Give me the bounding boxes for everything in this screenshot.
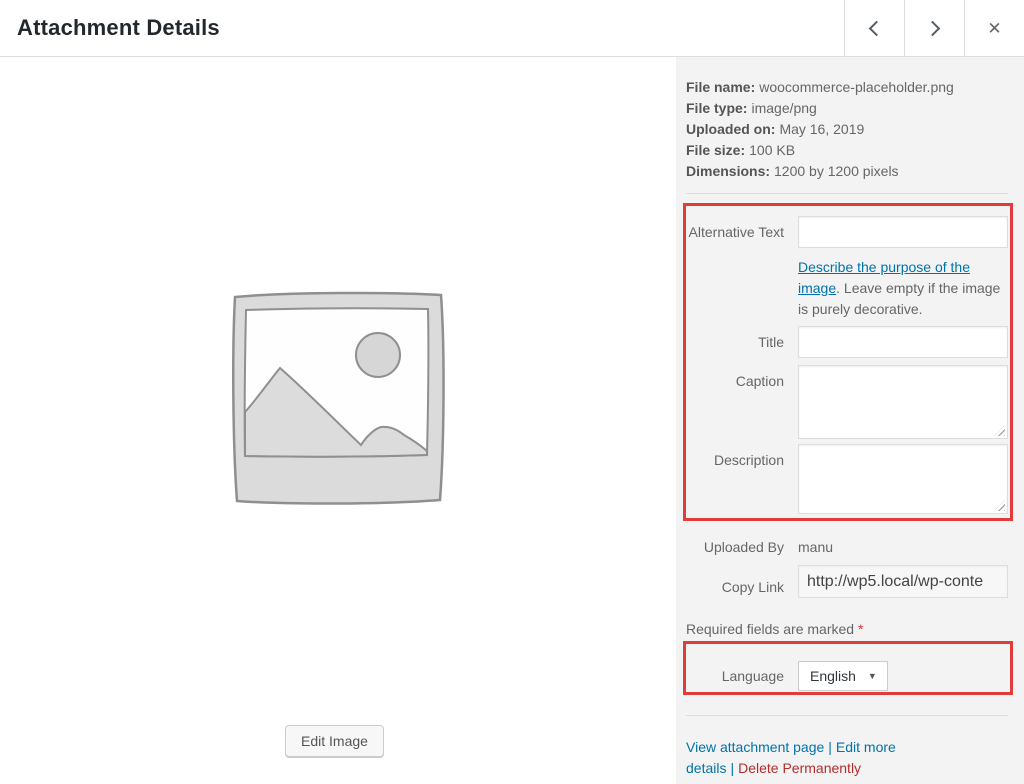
view-attachment-page-link[interactable]: View attachment page <box>686 739 824 755</box>
copy-link-row: Copy Link <box>686 565 1008 598</box>
description-textarea[interactable] <box>798 444 1008 514</box>
previous-attachment-button[interactable] <box>844 0 904 57</box>
uploaded-by-row: Uploaded By manu <box>686 531 1008 555</box>
alt-text-help: Describe the purpose of the image. Leave… <box>798 257 1010 320</box>
caption-field-row: Caption <box>686 365 1008 439</box>
title-input[interactable] <box>798 326 1008 358</box>
alt-text-label: Alternative Text <box>686 216 798 320</box>
attachment-image <box>228 288 448 508</box>
alt-text-field-row: Alternative Text Describe the purpose of… <box>686 216 1008 320</box>
image-placeholder-icon <box>228 288 448 508</box>
dimensions-label: Dimensions: <box>686 163 770 179</box>
edit-image-button[interactable]: Edit Image <box>285 725 384 757</box>
file-name-label: File name: <box>686 79 755 95</box>
next-attachment-button[interactable] <box>904 0 964 57</box>
copy-link-label: Copy Link <box>686 565 798 598</box>
header-buttons: ✕ <box>844 0 1024 57</box>
caption-label: Caption <box>686 365 798 439</box>
chevron-right-icon <box>925 21 941 37</box>
copy-link-input[interactable] <box>798 565 1008 598</box>
link-separator: | <box>730 760 734 776</box>
uploaded-on-row: Uploaded on:May 16, 2019 <box>686 119 1008 140</box>
dimensions-value: 1200 by 1200 pixels <box>774 163 899 179</box>
close-icon: ✕ <box>987 20 1001 37</box>
title-field-row: Title <box>686 326 1008 358</box>
delete-permanently-link[interactable]: Delete Permanently <box>738 760 861 776</box>
file-details: File name:woocommerce-placeholder.png Fi… <box>686 77 1008 182</box>
file-type-value: image/png <box>751 100 816 116</box>
attachment-actions: View attachment page|Edit more details|D… <box>686 737 986 779</box>
close-button[interactable]: ✕ <box>964 0 1024 57</box>
attachment-details-sidebar: File name:woocommerce-placeholder.png Fi… <box>676 57 1024 784</box>
language-selected-value: English <box>810 668 856 684</box>
file-type-label: File type: <box>686 100 747 116</box>
uploaded-on-label: Uploaded on: <box>686 121 775 137</box>
details-divider <box>686 193 1008 194</box>
uploaded-by-value: manu <box>798 531 1008 555</box>
modal-header: Attachment Details ✕ <box>0 0 1024 57</box>
language-label: Language <box>686 661 798 691</box>
description-field-row: Description <box>686 444 1008 514</box>
link-separator: | <box>828 739 832 755</box>
language-select[interactable]: English ▼ <box>798 661 888 691</box>
actions-divider <box>686 715 1008 716</box>
uploaded-on-value: May 16, 2019 <box>779 121 864 137</box>
dimensions-row: Dimensions:1200 by 1200 pixels <box>686 161 1008 182</box>
file-size-value: 100 KB <box>749 142 795 158</box>
file-size-row: File size:100 KB <box>686 140 1008 161</box>
chevron-down-icon: ▼ <box>868 671 877 681</box>
chevron-left-icon <box>869 21 885 37</box>
required-note-text: Required fields are marked <box>686 621 858 637</box>
file-name-value: woocommerce-placeholder.png <box>759 79 954 95</box>
file-type-row: File type:image/png <box>686 98 1008 119</box>
file-name-row: File name:woocommerce-placeholder.png <box>686 77 1008 98</box>
description-label: Description <box>686 444 798 514</box>
caption-textarea[interactable] <box>798 365 1008 439</box>
uploaded-by-label: Uploaded By <box>686 531 798 555</box>
attachment-preview-area: Edit Image <box>0 57 676 784</box>
file-size-label: File size: <box>686 142 745 158</box>
required-asterisk: * <box>858 621 863 637</box>
alt-text-input[interactable] <box>798 216 1008 248</box>
title-label: Title <box>686 326 798 358</box>
language-row: Language English ▼ <box>686 661 1008 691</box>
required-fields-note: Required fields are marked * <box>686 621 1008 637</box>
